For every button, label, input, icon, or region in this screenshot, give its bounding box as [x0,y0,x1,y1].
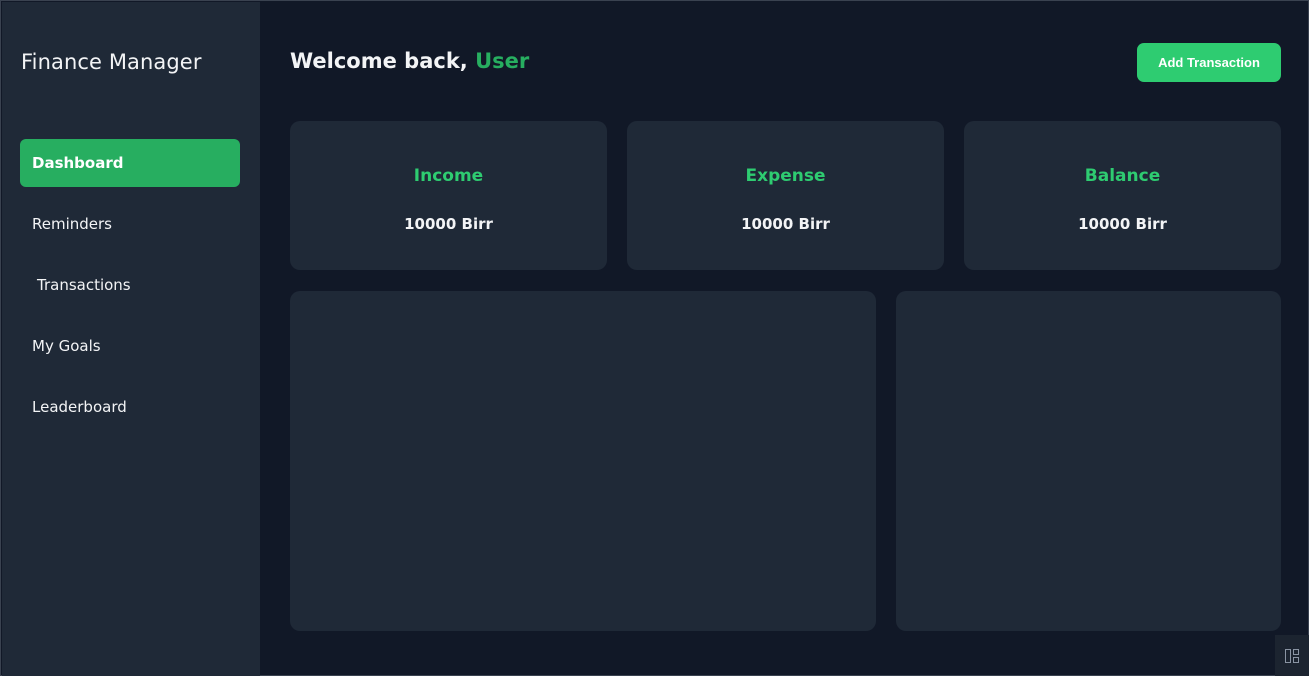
balance-card: Balance 10000 Birr [964,121,1281,270]
welcome-prefix: Welcome back, [290,49,468,73]
sidebar-item-my-goals[interactable]: My Goals [20,322,240,370]
layout-icon [1285,648,1299,663]
balance-label: Balance [1084,166,1161,186]
welcome-heading: Welcome back, User [290,49,529,73]
chart-panel-left [290,291,876,631]
sidebar-item-transactions[interactable]: Transactions [20,261,240,309]
add-transaction-button[interactable]: Add Transaction [1137,43,1281,82]
layout-toggle[interactable] [1275,635,1309,676]
balance-value: 10000 Birr [1078,215,1167,233]
app-title: Finance Manager [21,50,202,74]
expense-card: Expense 10000 Birr [627,121,944,270]
sidebar: Finance Manager Dashboard Reminders Tran… [2,2,260,676]
app-window: Finance Manager Dashboard Reminders Tran… [0,0,1309,676]
sidebar-item-reminders[interactable]: Reminders [20,200,240,248]
income-value: 10000 Birr [404,215,493,233]
sidebar-nav: Dashboard Reminders Transactions My Goal… [20,139,240,444]
chart-panel-right [896,291,1281,631]
sidebar-item-dashboard[interactable]: Dashboard [20,139,240,187]
expense-label: Expense [745,166,826,186]
income-label: Income [413,166,484,186]
income-card: Income 10000 Birr [290,121,607,270]
expense-value: 10000 Birr [741,215,830,233]
username: User [475,49,530,73]
sidebar-item-leaderboard[interactable]: Leaderboard [20,383,240,431]
